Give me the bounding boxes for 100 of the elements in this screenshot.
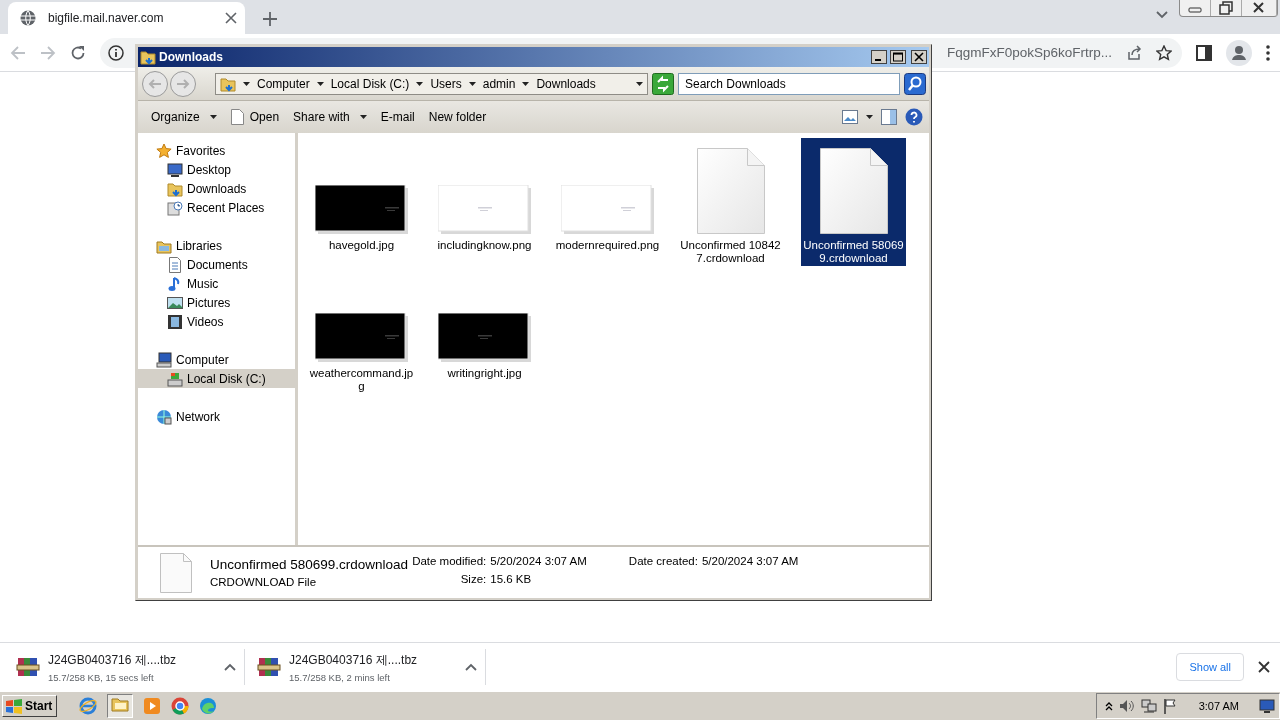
info-icon[interactable]: [108, 44, 124, 61]
download-name: J24GB0403716 제....tbz: [48, 651, 178, 669]
nav-item[interactable]: Music: [138, 274, 295, 293]
nav-item[interactable]: Local Disk (C:): [138, 369, 295, 388]
breadcrumb-item[interactable]: admin: [482, 76, 516, 91]
share-icon[interactable]: [1126, 44, 1142, 61]
toolbar-button[interactable]: E-mail: [375, 108, 420, 126]
toolbar-button[interactable]: Share with: [288, 108, 372, 126]
toolbar-button[interactable]: Open: [225, 107, 285, 127]
file-item[interactable]: havegold.jpg: [309, 138, 414, 266]
download-item[interactable]: J24GB0403716 제....tbz 15.7/258 KB, 2 mins left: [249, 649, 486, 685]
file-item[interactable]: weathercommand.jpg: [309, 266, 414, 394]
download-name: J24GB0403716 제....tbz: [289, 651, 419, 669]
breadcrumb-item[interactable]: Local Disk (C:): [330, 76, 410, 91]
folder-icon: [220, 75, 236, 92]
minimize-button[interactable]: [871, 50, 887, 64]
nav-item[interactable]: Recent Places: [138, 198, 295, 217]
network-icon[interactable]: [1140, 698, 1157, 714]
file-item[interactable]: Unconfirmed 580699.crdownload: [801, 138, 906, 266]
caret-icon[interactable]: [316, 81, 324, 86]
caret-icon[interactable]: [359, 115, 367, 119]
chevron-up-icon[interactable]: [465, 663, 477, 671]
archive-icon: [257, 655, 281, 679]
monitor-icon[interactable]: [1259, 699, 1275, 713]
preview-pane-icon[interactable]: [881, 109, 897, 125]
computer-icon: [156, 351, 172, 368]
caret-icon[interactable]: [866, 115, 873, 119]
file-name: Unconfirmed 580699.crdownload: [210, 557, 409, 572]
caret-icon[interactable]: [468, 81, 476, 86]
start-button[interactable]: Start: [2, 695, 58, 717]
document-icon: [819, 148, 888, 234]
toolbar-button[interactable]: Organize: [146, 108, 222, 126]
chevron-down-icon[interactable]: [1156, 11, 1168, 19]
caret-icon[interactable]: [243, 81, 250, 86]
plus-icon[interactable]: [263, 12, 277, 26]
document-icon: [167, 256, 183, 273]
flag-icon[interactable]: [1162, 698, 1177, 714]
breadcrumb-item[interactable]: Downloads: [536, 76, 596, 91]
reload-icon[interactable]: [70, 44, 86, 61]
drive-icon: [167, 370, 183, 387]
search-button[interactable]: [904, 72, 926, 95]
show-all-button[interactable]: Show all: [1176, 653, 1244, 681]
e-icon[interactable]: [79, 697, 98, 715]
side-panel-icon[interactable]: [1196, 44, 1212, 61]
close-icon[interactable]: [1258, 661, 1270, 673]
caret-icon[interactable]: [416, 81, 424, 86]
clock-text: 3:07 AM: [1198, 700, 1239, 712]
star-icon: [156, 142, 172, 159]
round-browser-icon[interactable]: [171, 697, 190, 715]
close-button[interactable]: [911, 50, 927, 64]
file-item[interactable]: Unconfirmed 108427.crdownload: [678, 138, 783, 266]
nav-item[interactable]: Libraries: [138, 236, 295, 255]
caret-icon[interactable]: [522, 81, 530, 86]
nav-item[interactable]: Computer: [138, 350, 295, 369]
field-value: 5/20/2024 3:07 AM: [490, 555, 587, 567]
download-status: 15.7/258 KB, 2 mins left: [289, 671, 391, 683]
nav-item[interactable]: Pictures: [138, 293, 295, 312]
file-item[interactable]: modernrequired.png: [555, 138, 660, 266]
file-item[interactable]: writingright.jpg: [432, 266, 537, 394]
folder-icon: [167, 180, 183, 197]
view-icon[interactable]: [842, 110, 858, 124]
globe-icon: [20, 10, 36, 26]
document-icon: [696, 148, 765, 234]
nav-item[interactable]: Desktop: [138, 160, 295, 179]
maximize-button[interactable]: [890, 50, 906, 64]
caret-icon[interactable]: [636, 81, 643, 86]
nav-item[interactable]: Favorites: [138, 141, 295, 160]
windows-flag-icon: [5, 698, 23, 714]
nav-item[interactable]: Documents: [138, 255, 295, 274]
browser-tab[interactable]: bigfile.mail.naver.com: [8, 2, 245, 34]
field-value: 5/20/2024 3:07 AM: [701, 555, 799, 567]
network-icon: [156, 408, 172, 425]
search-field[interactable]: Search Downloads: [678, 72, 900, 95]
help-icon[interactable]: [905, 108, 923, 126]
nav-item[interactable]: Videos: [138, 312, 295, 331]
file-type: CRDOWNLOAD File: [210, 576, 318, 588]
address-bar[interactable]: Computer Local Disk (C:) Users admin Downloads: [215, 72, 648, 95]
nav-item[interactable]: Downloads: [138, 179, 295, 198]
chevron-up-icon[interactable]: [1104, 701, 1113, 711]
profile-icon[interactable]: [1226, 39, 1252, 66]
refresh-button[interactable]: [652, 72, 674, 95]
document-icon: [230, 109, 244, 125]
url-text: FqgmFxF0pokSp6koFrtrp...: [946, 45, 1112, 60]
chevron-up-icon[interactable]: [224, 663, 236, 671]
download-item[interactable]: J24GB0403716 제....tbz 15.7/258 KB, 15 secs left: [8, 649, 245, 685]
breadcrumb-item[interactable]: Computer: [257, 76, 310, 91]
menu-icon[interactable]: [1266, 44, 1270, 61]
speaker-icon[interactable]: [1118, 699, 1135, 713]
star-icon[interactable]: [1156, 44, 1172, 61]
toolbar-button[interactable]: New folder: [423, 108, 492, 126]
file-item[interactable]: includingknow.png: [432, 138, 537, 266]
folder-icon: [140, 49, 156, 65]
close-icon[interactable]: [225, 12, 237, 24]
recent-places-icon: [167, 199, 183, 216]
nav-item[interactable]: Network: [138, 407, 295, 426]
caret-icon[interactable]: [209, 115, 217, 119]
field-label: Date modified:: [412, 555, 487, 567]
picture-icon: [167, 294, 183, 311]
breadcrumb-item[interactable]: Users: [430, 76, 462, 91]
document-icon: [160, 552, 192, 593]
